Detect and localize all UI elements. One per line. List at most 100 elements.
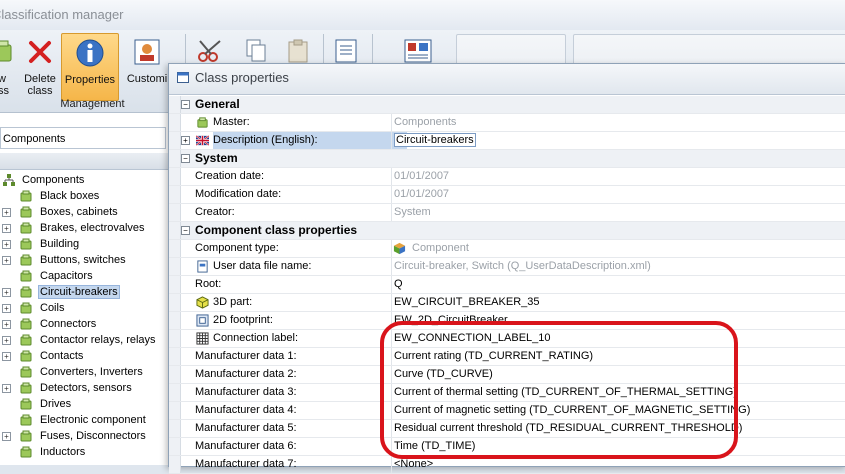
row-gutter: [169, 312, 181, 329]
expand-icon[interactable]: +: [2, 384, 11, 393]
row-gutter: [169, 384, 181, 401]
manufacturer-data-highlight: [380, 321, 738, 459]
property-row[interactable]: Modification date: 01/01/2007: [169, 186, 845, 204]
tree-item[interactable]: + Coils: [0, 300, 168, 316]
tree-item[interactable]: + Contactor relays, relays: [0, 332, 168, 348]
new-class-button[interactable]: New class: [0, 33, 14, 99]
class-icon: [20, 318, 32, 330]
expand-icon[interactable]: +: [2, 240, 11, 249]
property-row[interactable]: 3D part: EW_CIRCUIT_BREAKER_35: [169, 294, 845, 312]
collapse-icon[interactable]: −: [181, 226, 190, 235]
property-value[interactable]: Component: [391, 240, 845, 257]
tree-item[interactable]: Capacitors: [0, 268, 168, 284]
property-value[interactable]: Q: [391, 276, 844, 293]
row-gutter: [169, 366, 181, 383]
row-gutter: [169, 186, 181, 203]
property-name-text: Manufacturer data 1:: [195, 350, 297, 362]
tree-item-label: Drives: [40, 398, 72, 410]
tree-item[interactable]: + Connectors: [0, 316, 168, 332]
collapse-icon[interactable]: −: [181, 100, 190, 109]
expand-icon[interactable]: +: [2, 224, 11, 233]
tree-item[interactable]: Drives: [0, 396, 168, 412]
row-gutter: [169, 402, 181, 419]
property-name: Description (English):: [213, 132, 407, 149]
class-icon: [20, 254, 32, 266]
expand-icon[interactable]: +: [181, 136, 190, 145]
tree-item-label: Building: [40, 238, 80, 250]
property-row[interactable]: Creation date: 01/01/2007: [169, 168, 845, 186]
copy-icon[interactable]: [243, 38, 269, 64]
document-icon[interactable]: [333, 38, 359, 64]
property-row[interactable]: Component type: Component: [169, 240, 845, 258]
property-value[interactable]: 01/01/2007: [391, 168, 844, 185]
section-label: Component class properties: [195, 223, 358, 237]
cut-icon[interactable]: [196, 38, 226, 64]
tree-item-label: Circuit-breakers: [38, 285, 120, 299]
tree-item[interactable]: + Detectors, sensors: [0, 380, 168, 396]
tree-item-label: Inductors: [40, 446, 86, 458]
tree-item[interactable]: + Brakes, electrovalves: [0, 220, 168, 236]
customize-button[interactable]: Customi: [124, 33, 170, 99]
collapse-icon[interactable]: −: [181, 154, 190, 163]
form-icon[interactable]: [403, 38, 433, 64]
property-value-text: Component: [412, 242, 469, 254]
tree-item[interactable]: Converters, Inverters: [0, 364, 168, 380]
property-name: Root:: [195, 276, 389, 293]
expand-icon[interactable]: +: [2, 352, 11, 361]
section-label: General: [195, 97, 240, 111]
section-header[interactable]: − General: [169, 96, 845, 114]
paste-icon[interactable]: [285, 38, 311, 64]
section-header[interactable]: − Component class properties: [169, 222, 845, 240]
property-value-text: <None>: [394, 458, 434, 470]
property-value[interactable]: EW_CIRCUIT_BREAKER_35: [391, 294, 844, 311]
classification-combo[interactable]: Components: [0, 127, 166, 149]
app-title: Classification manager: [0, 7, 124, 22]
expand-icon[interactable]: +: [2, 304, 11, 313]
property-row[interactable]: Root: Q: [169, 276, 845, 294]
tree-item-label: Electronic component: [40, 414, 146, 426]
properties-button[interactable]: Properties: [61, 33, 119, 101]
delete-class-button[interactable]: Delete class: [20, 33, 60, 99]
tree-item[interactable]: + Circuit-breakers: [0, 284, 168, 300]
property-name: 3D part:: [213, 294, 407, 311]
section-header[interactable]: − System: [169, 150, 845, 168]
row-gutter: [169, 330, 181, 347]
expand-icon[interactable]: +: [2, 432, 11, 441]
property-name: Manufacturer data 3:: [195, 384, 389, 401]
tree-item[interactable]: Inductors: [0, 444, 168, 460]
property-row[interactable]: User data file name: Circuit-breaker, Swi…: [169, 258, 845, 276]
tree-item[interactable]: + Building: [0, 236, 168, 252]
property-value[interactable]: 01/01/2007: [391, 186, 844, 203]
tree-item[interactable]: + Contacts: [0, 348, 168, 364]
property-value[interactable]: Circuit-breaker, Switch (Q_UserDataDescr…: [391, 258, 844, 275]
description-edit-field[interactable]: Circuit-breakers: [394, 133, 476, 147]
row-gutter: [169, 240, 181, 257]
property-value[interactable]: Circuit-breakers: [391, 132, 844, 149]
expand-icon[interactable]: +: [2, 288, 11, 297]
tree-item-label: Detectors, sensors: [40, 382, 132, 394]
property-value[interactable]: Components: [391, 114, 844, 131]
expand-icon[interactable]: +: [2, 208, 11, 217]
tree-item-label: Contactor relays, relays: [40, 334, 156, 346]
property-value[interactable]: System: [391, 204, 844, 221]
tree-root-item[interactable]: Components: [0, 172, 168, 188]
expand-icon[interactable]: +: [2, 320, 11, 329]
class-icon: [20, 190, 32, 202]
property-row[interactable]: + Description (English): Circuit-breakers: [169, 132, 845, 150]
expand-icon[interactable]: +: [2, 256, 11, 265]
customize-label: Customi: [126, 73, 168, 85]
tree-item[interactable]: + Buttons, switches: [0, 252, 168, 268]
property-name: 2D footprint:: [213, 312, 407, 329]
tree-item[interactable]: + Fuses, Disconnectors: [0, 428, 168, 444]
row-gutter: [169, 276, 181, 293]
tree-item[interactable]: + Boxes, cabinets: [0, 204, 168, 220]
class-icon: [20, 270, 32, 282]
property-row[interactable]: Master: Components: [169, 114, 845, 132]
expand-icon[interactable]: +: [2, 336, 11, 345]
properties-label: Properties: [64, 74, 116, 86]
property-value-text: Circuit-breaker, Switch (Q_UserDataDescr…: [394, 260, 651, 272]
property-row[interactable]: Creator: System: [169, 204, 845, 222]
tree-item[interactable]: Black boxes: [0, 188, 168, 204]
tree-item[interactable]: Electronic component: [0, 412, 168, 428]
dialog-title-bar: Class properties: [169, 64, 845, 95]
